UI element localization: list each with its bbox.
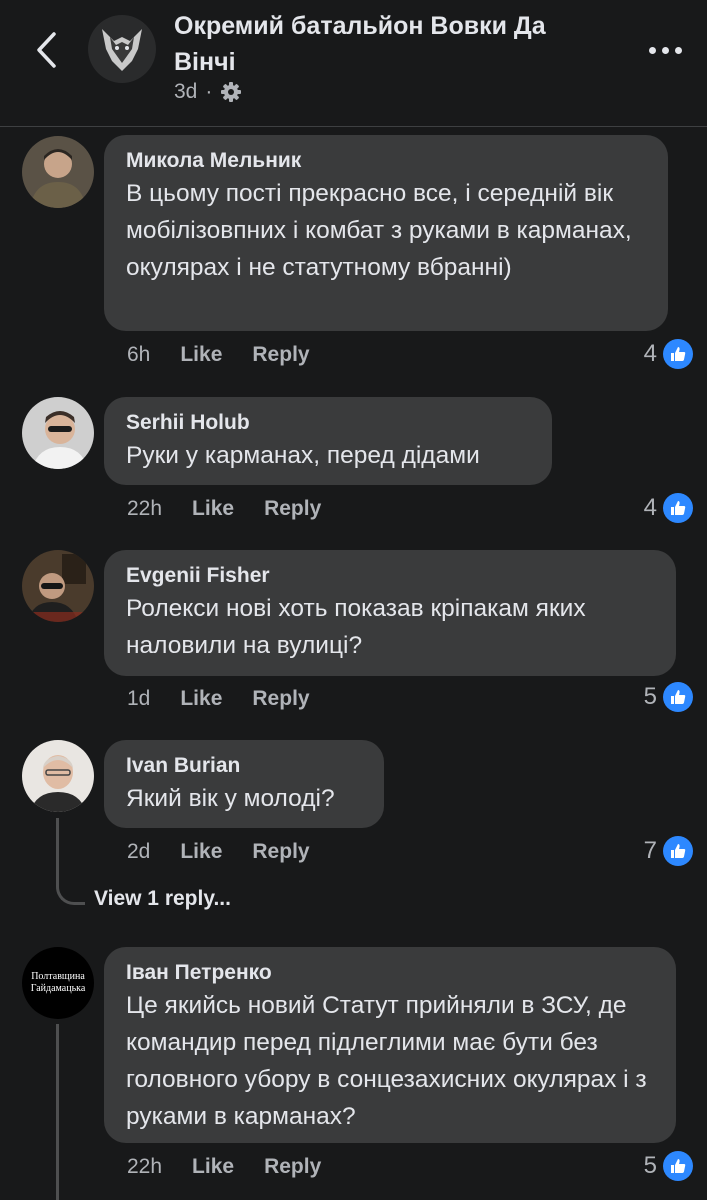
like-button[interactable]: Like <box>180 687 222 711</box>
more-dot <box>661 46 669 54</box>
reaction-number: 5 <box>643 683 657 710</box>
thumbs-up-icon <box>663 339 693 369</box>
reaction-number: 4 <box>643 494 657 521</box>
reply-button[interactable]: Reply <box>264 497 321 521</box>
like-button[interactable]: Like <box>192 497 234 521</box>
comment-author[interactable]: Іван Петренко <box>126 959 654 987</box>
comment-bubble[interactable]: Іван Петренко Це якийсь новий Статут при… <box>104 947 676 1143</box>
comment-author[interactable]: Микола Мельник <box>126 147 646 175</box>
comment-bubble[interactable]: Микола Мельник В цьому пості прекрасно в… <box>104 135 668 331</box>
thumbs-up-icon <box>663 1151 693 1181</box>
comment-author[interactable]: Serhii Holub <box>126 409 530 437</box>
thread-connector <box>56 818 59 852</box>
more-options-button[interactable] <box>640 30 690 70</box>
reply-button[interactable]: Reply <box>252 840 309 864</box>
more-dot <box>648 46 656 54</box>
header-divider <box>0 126 707 127</box>
avatar[interactable] <box>22 740 94 812</box>
comment-time[interactable]: 6h <box>127 343 150 367</box>
reaction-number: 7 <box>643 837 657 864</box>
reaction-count[interactable]: 5 <box>644 1151 693 1181</box>
comment-text: В цьому пості прекрасно все, і середній … <box>126 180 632 281</box>
like-button[interactable]: Like <box>180 840 222 864</box>
comment-bubble[interactable]: Evgenii Fisher Ролекси нові хоть показав… <box>104 550 676 676</box>
post-meta: 3d · <box>174 80 242 104</box>
person-photo-icon <box>22 397 94 469</box>
comment-author[interactable]: Ivan Burian <box>126 752 362 780</box>
more-dot <box>674 46 682 54</box>
comment-text: Ролекси нові хоть показав кріпакам яких … <box>126 595 586 659</box>
comment-author[interactable]: Evgenii Fisher <box>126 562 654 590</box>
chevron-left-icon <box>37 32 56 68</box>
thread-curve <box>56 850 85 905</box>
comment-text: Це якийсь новий Статут прийняли в ЗСУ, д… <box>126 992 647 1130</box>
comment-bubble[interactable]: Serhii Holub Руки у карманах, перед діда… <box>104 397 552 485</box>
like-button[interactable]: Like <box>180 343 222 367</box>
avatar[interactable] <box>22 136 94 208</box>
thumbs-up-icon <box>663 836 693 866</box>
meta-separator: · <box>205 80 213 103</box>
reaction-number: 5 <box>643 1152 657 1179</box>
comment-time[interactable]: 1d <box>127 687 150 711</box>
comment-bubble[interactable]: Ivan Burian Який вік у молоді? <box>104 740 384 828</box>
avatar[interactable] <box>22 397 94 469</box>
reply-button[interactable]: Reply <box>264 1155 321 1179</box>
reply-button[interactable]: Reply <box>252 687 309 711</box>
comment-actions: 2d Like Reply <box>127 840 310 864</box>
gear-icon <box>221 82 242 102</box>
post-header: Окремий батальйон Вовки Да Вінчі 3d · <box>0 0 707 126</box>
back-button[interactable] <box>28 30 64 70</box>
reaction-count[interactable]: 5 <box>644 682 693 712</box>
reaction-count[interactable]: 4 <box>644 493 693 523</box>
reaction-number: 4 <box>643 340 657 367</box>
reply-button[interactable]: Reply <box>252 343 309 367</box>
comment-actions: 22h Like Reply <box>127 1155 321 1179</box>
person-photo-icon <box>22 740 94 812</box>
comment-time[interactable]: 22h <box>127 1155 162 1179</box>
comment-actions: 1d Like Reply <box>127 687 310 711</box>
reaction-count[interactable]: 4 <box>644 339 693 369</box>
avatar-caption: Гайдамацька <box>30 983 86 994</box>
avatar[interactable] <box>22 550 94 622</box>
post-time[interactable]: 3d <box>174 80 197 104</box>
thread-connector <box>56 1024 59 1200</box>
comment-actions: 22h Like Reply <box>127 497 321 521</box>
view-replies-link[interactable]: View 1 reply... <box>94 887 231 911</box>
avatar[interactable]: Полтавщина Гайдамацька <box>22 947 94 1019</box>
comment-text: Який вік у молоді? <box>126 785 335 812</box>
comment-time[interactable]: 2d <box>127 840 150 864</box>
reaction-count[interactable]: 7 <box>644 836 693 866</box>
page-title[interactable]: Окремий батальйон Вовки Да Вінчі <box>174 8 604 80</box>
wolf-logo-icon <box>88 15 156 83</box>
comment-time[interactable]: 22h <box>127 497 162 521</box>
comment-actions: 6h Like Reply <box>127 343 310 367</box>
person-photo-icon <box>22 136 94 208</box>
comment-text: Руки у карманах, перед дідами <box>126 442 480 469</box>
thumbs-up-icon <box>663 682 693 712</box>
thumbs-up-icon <box>663 493 693 523</box>
avatar-caption: Полтавщина <box>31 971 85 982</box>
like-button[interactable]: Like <box>192 1155 234 1179</box>
person-photo-icon <box>22 550 94 622</box>
page-avatar[interactable] <box>88 15 156 83</box>
